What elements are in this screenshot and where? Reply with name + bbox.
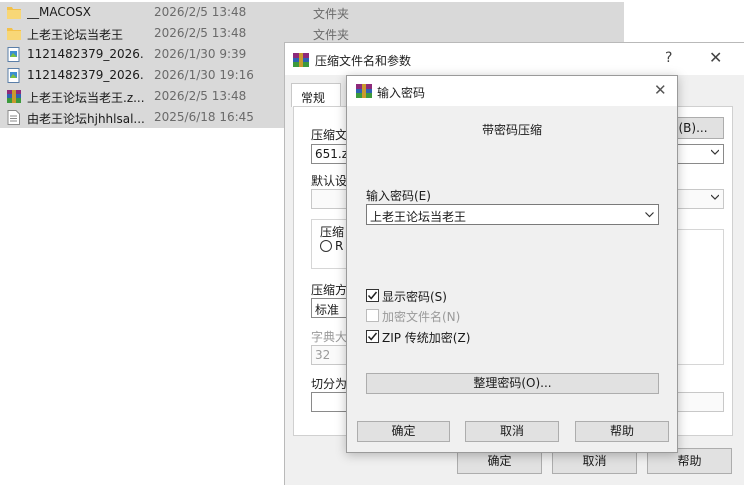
organize-passwords-label: 整理密码(O)... [473,376,552,390]
file-type: 文件夹 [313,28,350,42]
password-value: 上老王论坛当老王 [370,210,467,224]
winrar-icon [293,52,309,68]
file-date: 2026/1/30 9:39 [154,47,247,61]
password-combo[interactable]: 上老王论坛当老王 [366,204,659,225]
checkmark-icon [367,291,378,300]
organize-passwords-button[interactable]: 整理密码(O)... [366,373,659,394]
method-value: 标准 [315,303,340,317]
dialog-title: 压缩文件名和参数 [315,54,412,68]
back-cancel-label: 取消 [582,454,607,468]
chevron-down-icon [711,194,719,200]
file-date: 2026/2/5 13:48 [154,89,247,103]
archive-name-label: 压缩文 [311,128,348,142]
close-icon[interactable]: ✕ [654,81,667,99]
checkmark-icon [367,332,378,341]
file-name: 1121482379_2026... [27,47,145,61]
file-type: 文件夹 [313,7,350,21]
split-label: 切分为 [311,377,348,391]
dialog-heading: 带密码压缩 [481,123,542,137]
image-file-icon [7,47,21,62]
browse-button-label: (B)... [678,121,708,135]
tab-general[interactable]: 常规 [291,83,341,107]
ok-label: 确定 [391,424,416,438]
show-password-label: 显示密码(S) [382,290,447,304]
enter-password-dialog: 输入密码 ✕ 带密码压缩 输入密码(E) 上老王论坛当老王 显示密码(S) 加密… [346,75,678,453]
ok-button[interactable]: 确定 [357,421,450,442]
zip-legacy-label: ZIP 传统加密(Z) [382,331,471,345]
back-ok-label: 确定 [487,454,512,468]
chevron-down-icon [645,212,654,218]
file-date: 2025/6/18 16:45 [154,110,254,124]
archive-format-label: 压缩 [320,225,345,239]
folder-icon [7,5,21,20]
file-name: 1121482379_2026... [27,68,145,82]
dict-size-value: 32 [315,348,331,362]
file-date: 2026/1/30 19:16 [154,68,254,82]
folder-icon [7,26,21,41]
text-file-icon [7,110,21,125]
dict-size-label: 字典大 [311,330,348,344]
method-label: 压缩方 [311,283,348,297]
tab-general-label: 常规 [301,91,326,105]
chevron-down-icon [711,149,719,155]
checkbox-unchecked[interactable] [366,309,379,322]
archive-params-titlebar[interactable]: 压缩文件名和参数 ? ✕ [285,43,744,75]
winrar-icon [356,83,372,99]
checkbox-checked[interactable] [366,330,379,343]
cancel-label: 取消 [499,424,524,438]
image-file-icon [7,68,21,83]
help-button[interactable]: 帮助 [575,421,669,442]
file-name: 由老王论坛hjhhlsal... [27,112,145,126]
encrypt-filenames-label: 加密文件名(N) [382,310,461,324]
back-help-label: 帮助 [677,454,702,468]
format-radio[interactable] [320,240,332,252]
cancel-button[interactable]: 取消 [465,421,559,442]
help-icon[interactable]: ? [665,50,672,66]
password-label: 输入密码(E) [366,189,431,203]
close-icon[interactable]: ✕ [709,48,722,67]
file-row-macosx[interactable]: __MACOSX 2026/2/5 13:48 文件夹 [0,2,624,23]
dialog-title: 输入密码 [377,86,426,100]
file-row-folder[interactable]: 上老王论坛当老王 2026/2/5 13:48 文件夹 [0,23,624,44]
file-name: __MACOSX [27,5,92,19]
checkbox-checked[interactable] [366,289,379,302]
file-date: 2026/2/5 13:48 [154,26,247,40]
default-profile-label: 默认设 [311,174,348,188]
file-date: 2026/2/5 13:48 [154,5,247,19]
password-dialog-titlebar[interactable]: 输入密码 ✕ [347,76,677,106]
winrar-archive-icon [7,89,21,104]
file-name: 上老王论坛当老王 [27,28,124,42]
help-label: 帮助 [609,424,634,438]
file-name: 上老王论坛当老王.z... [27,91,145,105]
format-radio-label: R [335,239,344,253]
